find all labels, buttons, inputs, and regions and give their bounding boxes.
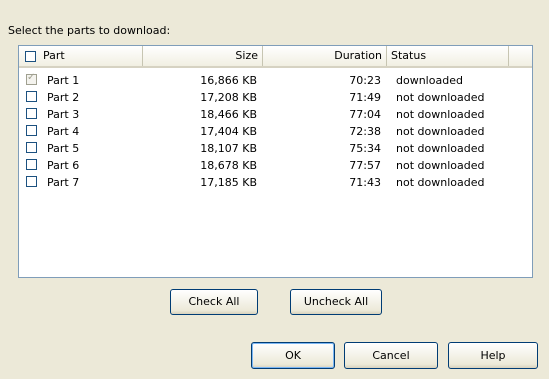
column-header-duration[interactable]: Duration [263,46,387,66]
part-duration: 70:23 [349,74,381,87]
part-status: not downloaded [396,91,485,104]
part-duration: 77:57 [349,159,381,172]
part-status: not downloaded [396,108,485,121]
part-status: not downloaded [396,159,485,172]
table-row[interactable]: Part 2 17,208 KB 71:49 not downloaded [19,89,532,106]
parts-list[interactable]: Part Size Duration Status ✓ Part 1 16,86… [18,45,533,278]
ok-button[interactable]: OK [251,342,335,369]
part-name: Part 5 [47,142,80,155]
part-status: not downloaded [396,176,485,189]
part-name: Part 3 [47,108,80,121]
column-header-size[interactable]: Size [143,46,263,66]
list-rows: ✓ Part 1 16,866 KB 70:23 downloaded Part… [19,72,532,191]
table-row[interactable]: Part 5 18,107 KB 75:34 not downloaded [19,140,532,157]
help-button[interactable]: Help [448,342,538,369]
part-duration: 77:04 [349,108,381,121]
table-row[interactable]: Part 6 18,678 KB 77:57 not downloaded [19,157,532,174]
part-status: downloaded [396,74,463,87]
part-name: Part 7 [47,176,80,189]
row-checkbox[interactable] [26,142,37,153]
table-row[interactable]: Part 3 18,466 KB 77:04 not downloaded [19,106,532,123]
row-checkbox[interactable]: ✓ [26,72,37,85]
row-checkbox[interactable] [26,125,37,136]
part-status: not downloaded [396,125,485,138]
uncheck-all-button[interactable]: Uncheck All [290,289,382,315]
part-duration: 72:38 [349,125,381,138]
part-size: 17,185 KB [200,176,257,189]
column-header-part[interactable]: Part [19,46,143,66]
part-size: 18,466 KB [200,108,257,121]
part-duration: 71:43 [349,176,381,189]
part-size: 18,107 KB [200,142,257,155]
checkmark-icon: ✓ [27,72,36,83]
table-row[interactable]: Part 4 17,404 KB 72:38 not downloaded [19,123,532,140]
row-checkbox[interactable] [26,91,37,102]
part-size: 16,866 KB [200,74,257,87]
part-name: Part 2 [47,91,80,104]
part-duration: 75:34 [349,142,381,155]
check-all-button[interactable]: Check All [170,289,258,315]
part-name: Part 6 [47,159,80,172]
part-name: Part 1 [47,74,80,87]
part-duration: 71:49 [349,91,381,104]
list-header: Part Size Duration Status [19,46,532,68]
part-size: 18,678 KB [200,159,257,172]
row-checkbox[interactable] [26,176,37,187]
table-row[interactable]: Part 7 17,185 KB 71:43 not downloaded [19,174,532,191]
part-size: 17,404 KB [200,125,257,138]
row-checkbox[interactable] [26,108,37,119]
row-checkbox[interactable] [26,159,37,170]
part-name: Part 4 [47,125,80,138]
prompt-label: Select the parts to download: [8,24,171,37]
table-row[interactable]: ✓ Part 1 16,866 KB 70:23 downloaded [19,72,532,89]
part-status: not downloaded [396,142,485,155]
part-size: 17,208 KB [200,91,257,104]
cancel-button[interactable]: Cancel [344,342,438,369]
column-header-status[interactable]: Status [387,46,509,66]
